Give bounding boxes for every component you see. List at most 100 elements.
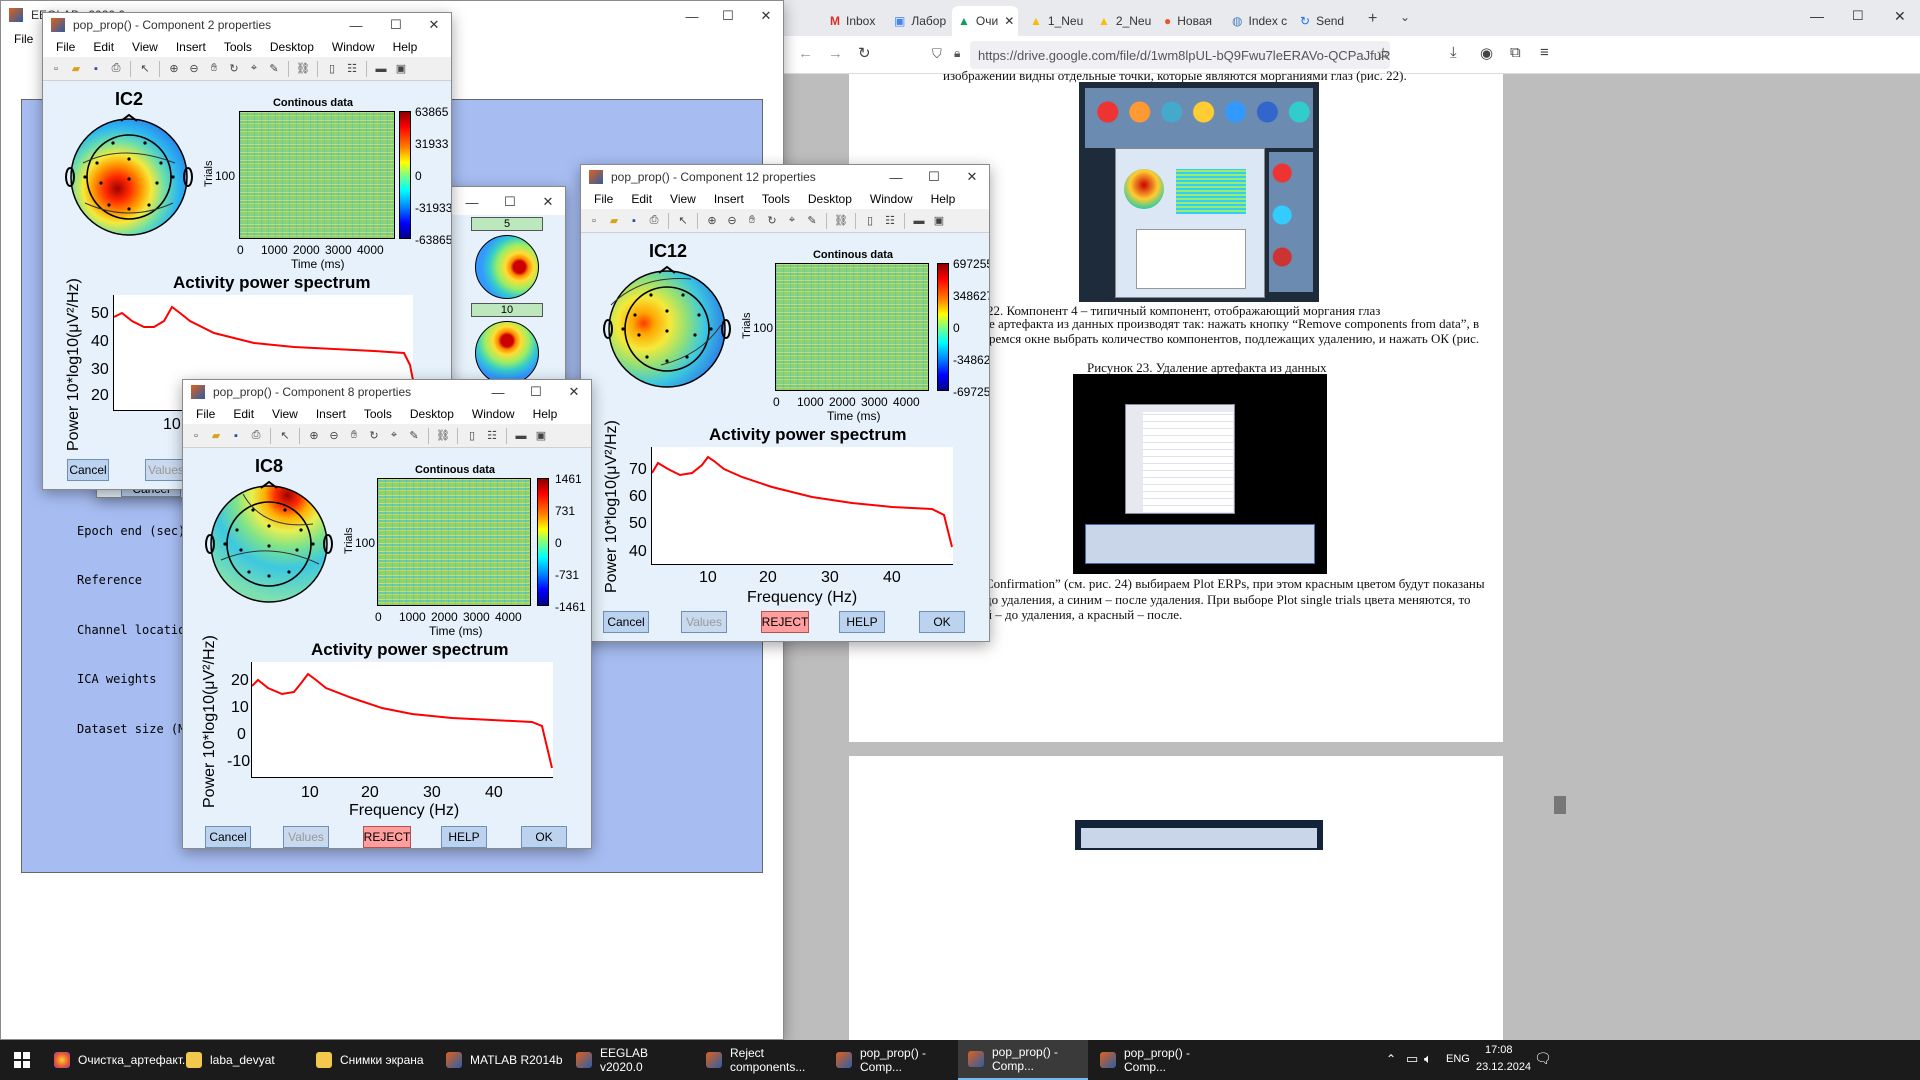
menu-help[interactable]: Help [524, 407, 567, 421]
data-cursor-icon[interactable]: ⌖ [385, 427, 403, 445]
hide-tools-icon[interactable]: ▬ [512, 427, 530, 445]
url-field[interactable]: https://drive.google.com/file/d/1wm8lpUL… [970, 41, 1390, 69]
zoom-in-icon[interactable]: ⊕ [703, 212, 721, 230]
cancel-button[interactable]: Cancel [205, 826, 251, 848]
windows-start-icon[interactable] [14, 1052, 30, 1068]
zoom-in-icon[interactable]: ⊕ [165, 60, 183, 78]
component-5-button[interactable]: 5 [471, 217, 543, 231]
menu-insert[interactable]: Insert [705, 192, 753, 206]
back-icon[interactable]: ← [798, 45, 813, 62]
tab-index[interactable]: ◍ Index c [1226, 6, 1292, 36]
menu-icon[interactable]: ≡ [1540, 44, 1549, 61]
close-icon[interactable]: ✕ [743, 1, 783, 31]
menu-file[interactable]: File [585, 192, 622, 206]
zoom-out-icon[interactable]: ⊖ [723, 212, 741, 230]
forward-icon[interactable]: → [828, 45, 843, 62]
menu-tools[interactable]: Tools [215, 40, 261, 54]
language-indicator[interactable]: ENG [1446, 1053, 1470, 1065]
zoom-in-icon[interactable]: ⊕ [305, 427, 323, 445]
download-icon[interactable]: ⤓ [1450, 44, 1457, 61]
data-cursor-icon[interactable]: ⌖ [245, 60, 263, 78]
taskbar-item-popprop-3[interactable]: pop_prop() - Comp... [1090, 1040, 1220, 1080]
new-file-icon[interactable]: ▫ [187, 427, 205, 445]
save-icon[interactable]: ▪ [227, 427, 245, 445]
menu-help[interactable]: Help [384, 40, 427, 54]
menu-file[interactable]: File [47, 40, 84, 54]
tab-send[interactable]: ↻ Send [1294, 6, 1354, 36]
taskbar-item-folder-lab[interactable]: laba_devyat [176, 1040, 304, 1080]
close-window-icon[interactable]: ✕ [1894, 8, 1906, 25]
menu-window[interactable]: Window [323, 40, 384, 54]
notifications-icon[interactable]: 🗨︎ [1534, 1050, 1552, 1067]
colorbar-icon[interactable]: ▯ [861, 212, 879, 230]
cancel-button[interactable]: Cancel [603, 611, 649, 633]
menu-desktop[interactable]: Desktop [401, 407, 463, 421]
legend-icon[interactable]: ☷ [343, 60, 361, 78]
pointer-icon[interactable]: ↖ [674, 212, 692, 230]
save-icon[interactable]: ▪ [87, 60, 105, 78]
help-button[interactable]: HELP [839, 611, 885, 633]
menu-view[interactable]: View [661, 192, 705, 206]
values-button[interactable]: Values [145, 459, 187, 481]
tab-active-doc[interactable]: ▲ Очи ✕ [952, 6, 1018, 36]
taskbar-item-reject[interactable]: Reject components... [696, 1040, 824, 1080]
close-icon[interactable]: ✕ [949, 165, 989, 189]
print-icon[interactable]: ⎙ [645, 212, 663, 230]
save-icon[interactable]: ▪ [625, 212, 643, 230]
rotate-icon[interactable]: ↻ [763, 212, 781, 230]
taskbar-item-screenshots[interactable]: Снимки экрана [306, 1040, 434, 1080]
help-button[interactable]: HELP [441, 826, 487, 848]
hide-tools-icon[interactable]: ▬ [372, 60, 390, 78]
print-icon[interactable]: ⎙ [247, 427, 265, 445]
colorbar-icon[interactable]: ▯ [323, 60, 341, 78]
colorbar-icon[interactable]: ▯ [463, 427, 481, 445]
dock-icon[interactable]: ▣ [930, 212, 948, 230]
menu-desktop[interactable]: Desktop [799, 192, 861, 206]
open-folder-icon[interactable]: ▰ [207, 427, 225, 445]
values-button[interactable]: Values [681, 611, 727, 633]
open-folder-icon[interactable]: ▰ [605, 212, 623, 230]
extensions-icon[interactable]: ⧉ [1510, 44, 1521, 61]
data-cursor-icon[interactable]: ⌖ [783, 212, 801, 230]
menu-desktop[interactable]: Desktop [261, 40, 323, 54]
menu-tools[interactable]: Tools [355, 407, 401, 421]
menu-insert[interactable]: Insert [167, 40, 215, 54]
maximize-icon[interactable]: ☐ [1852, 8, 1864, 24]
legend-icon[interactable]: ☷ [881, 212, 899, 230]
close-icon[interactable]: ✕ [525, 187, 565, 217]
brush-icon[interactable]: ✎ [265, 60, 283, 78]
tab-new[interactable]: ● Новая [1158, 6, 1224, 36]
menu-window[interactable]: Window [463, 407, 524, 421]
zoom-out-icon[interactable]: ⊖ [325, 427, 343, 445]
print-icon[interactable]: ⎙ [107, 60, 125, 78]
reload-icon[interactable]: ↻ [858, 44, 871, 62]
link-icon[interactable]: ⛓︎ [832, 212, 850, 230]
menu-tools[interactable]: Tools [753, 192, 799, 206]
menu-help[interactable]: Help [922, 192, 965, 206]
close-icon[interactable]: ✕ [411, 13, 451, 37]
tab-lab[interactable]: ▣ Лабор [888, 6, 948, 36]
minimize-icon[interactable]: — [1810, 8, 1824, 24]
scrollbar-thumb[interactable] [1554, 796, 1566, 814]
menu-edit[interactable]: Edit [84, 40, 123, 54]
tab-neu2[interactable]: ▲ 2_Neu [1092, 6, 1156, 36]
legend-icon[interactable]: ☷ [483, 427, 501, 445]
ok-button[interactable]: OK [521, 826, 567, 848]
close-icon[interactable]: ✕ [1004, 14, 1014, 28]
values-button[interactable]: Values [283, 826, 329, 848]
link-icon[interactable]: ⛓︎ [434, 427, 452, 445]
tab-neu1[interactable]: ▲ 1_Neu [1024, 6, 1088, 36]
brush-icon[interactable]: ✎ [803, 212, 821, 230]
new-file-icon[interactable]: ▫ [47, 60, 65, 78]
new-tab-icon[interactable]: + [1368, 10, 1377, 28]
clock-date[interactable]: 23.12.2024 [1476, 1061, 1531, 1073]
close-icon[interactable]: ✕ [551, 380, 591, 404]
zoom-out-icon[interactable]: ⊖ [185, 60, 203, 78]
reject-button[interactable]: REJECT [363, 826, 411, 848]
hide-tools-icon[interactable]: ▬ [910, 212, 928, 230]
reject-button[interactable]: REJECT [761, 611, 809, 633]
network-icon[interactable]: ▭ [1406, 1051, 1418, 1067]
chevron-up-icon[interactable]: ⌃ [1386, 1052, 1396, 1066]
pan-icon[interactable]: ✋︎ [743, 212, 761, 230]
component-10-button[interactable]: 10 [471, 303, 543, 317]
